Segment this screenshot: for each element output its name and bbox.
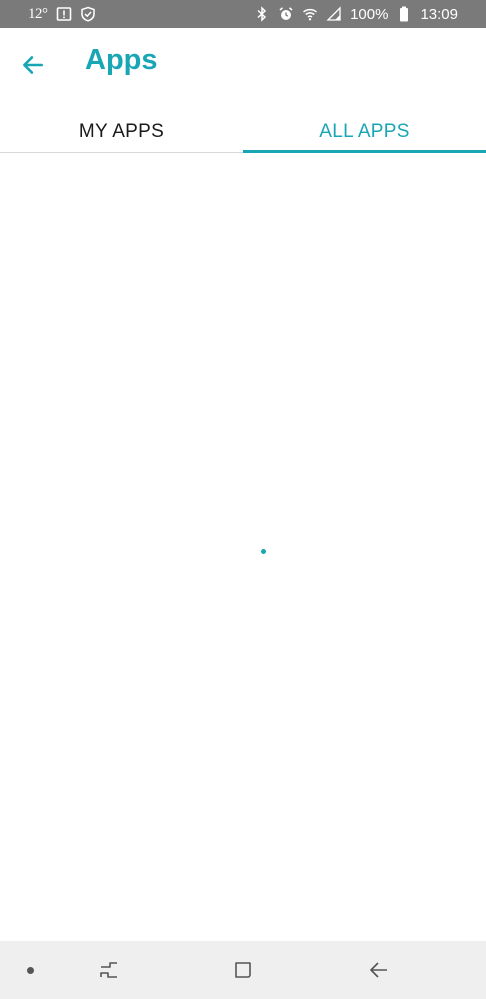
apps-content	[0, 153, 486, 941]
app-bar: Apps	[0, 28, 486, 100]
back-button[interactable]	[18, 50, 48, 80]
nav-back-button[interactable]	[365, 956, 393, 984]
wifi-icon	[302, 6, 318, 22]
battery-icon	[396, 6, 412, 22]
recents-icon	[100, 962, 117, 978]
loading-spinner	[261, 549, 266, 554]
arrow-left-icon	[23, 56, 43, 74]
home-button[interactable]	[229, 956, 257, 984]
notification-alert-icon	[56, 6, 72, 22]
battery-percent: 100%	[350, 5, 389, 23]
status-temperature: 12°	[28, 5, 48, 22]
bluetooth-icon	[254, 6, 270, 22]
tab-all-apps[interactable]: ALL APPS	[243, 112, 486, 153]
screen: 12° 100% 13:09 Apps MY APPS ALL APPS	[0, 0, 486, 999]
dot-icon[interactable]	[27, 967, 34, 974]
navigation-bar	[0, 941, 486, 999]
status-time: 13:09	[420, 5, 458, 23]
status-bar-left: 12°	[28, 6, 96, 23]
shield-check-icon	[80, 6, 96, 22]
signal-icon	[326, 6, 342, 22]
status-bar: 12° 100% 13:09	[0, 0, 486, 28]
tab-my-apps[interactable]: MY APPS	[0, 112, 243, 152]
alarm-icon	[278, 6, 294, 22]
back-icon	[370, 962, 387, 978]
status-bar-right: 100% 13:09	[254, 6, 458, 23]
page-title: Apps	[85, 44, 158, 76]
tab-bar: MY APPS ALL APPS	[0, 112, 486, 153]
recents-button[interactable]	[95, 956, 123, 984]
home-icon	[235, 962, 251, 978]
